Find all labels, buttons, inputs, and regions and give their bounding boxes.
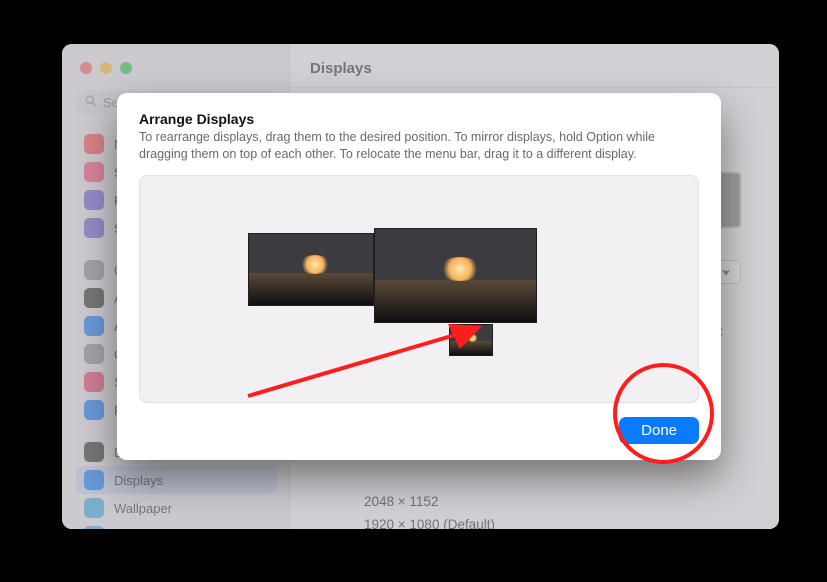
page-title: Displays xyxy=(290,44,779,88)
sidebar-item-icon xyxy=(84,344,104,364)
sidebar-item-icon xyxy=(84,260,104,280)
sidebar-item-icon xyxy=(84,162,104,182)
sidebar-item-icon xyxy=(84,218,104,238)
resolution-list: 2048 × 1152 1920 × 1080 (Default) xyxy=(364,490,495,529)
resolution-option[interactable]: 2048 × 1152 xyxy=(364,490,495,513)
arrange-displays-sheet: Arrange Displays To rearrange displays, … xyxy=(117,93,721,460)
sidebar-item-icon xyxy=(84,400,104,420)
sidebar-item-displays[interactable]: Displays xyxy=(76,466,277,494)
sidebar-item-icon xyxy=(84,526,104,529)
sidebar-item-icon xyxy=(84,190,104,210)
zoom-window-button[interactable] xyxy=(120,62,132,74)
done-button[interactable]: Done xyxy=(619,417,699,444)
close-window-button[interactable] xyxy=(80,62,92,74)
sidebar-item-icon xyxy=(84,134,104,154)
sidebar-item-label: Wallpaper xyxy=(114,501,172,516)
sidebar-item-icon xyxy=(84,316,104,336)
arrange-canvas[interactable] xyxy=(139,175,699,403)
sheet-title: Arrange Displays xyxy=(139,111,699,127)
resolution-option[interactable]: 1920 × 1080 (Default) xyxy=(364,513,495,529)
sidebar-item-icon xyxy=(84,288,104,308)
minimize-window-button[interactable] xyxy=(100,62,112,74)
search-icon xyxy=(84,94,97,110)
sidebar-item-icon xyxy=(84,470,104,490)
sidebar-item-label: Screen Saver xyxy=(114,529,193,530)
sidebar-item-screen-saver[interactable]: Screen Saver xyxy=(76,522,277,529)
sidebar-item-icon xyxy=(84,372,104,392)
chevron-down-icon xyxy=(722,264,730,280)
sidebar-item-label: Displays xyxy=(114,473,163,488)
builtin-display[interactable] xyxy=(449,324,493,356)
external-display-2[interactable] xyxy=(374,228,537,323)
sidebar-item-wallpaper[interactable]: Wallpaper xyxy=(76,494,277,522)
external-display-1[interactable] xyxy=(248,233,374,306)
sidebar-item-icon xyxy=(84,442,104,462)
sheet-description: To rearrange displays, drag them to the … xyxy=(139,129,699,163)
sidebar-item-icon xyxy=(84,498,104,518)
window-controls xyxy=(76,62,277,74)
